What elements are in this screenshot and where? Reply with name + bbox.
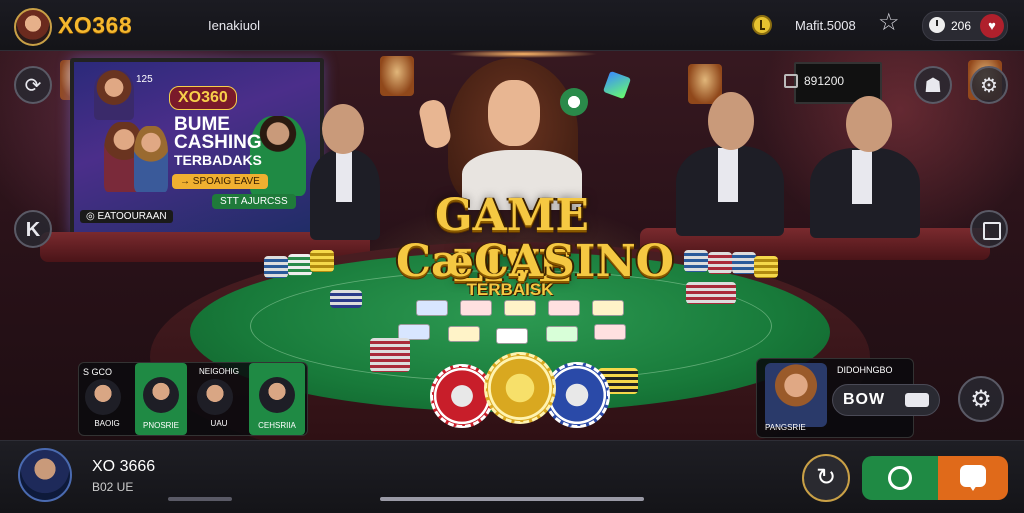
chip-stack[interactable]: [732, 252, 756, 274]
player-avatar: [197, 379, 233, 415]
players-panel: S GCO BAOIG PNOSRIE NEIGOHIG UAU CEHSRII…: [78, 362, 308, 436]
back-icon[interactable]: K: [14, 210, 52, 248]
chip-stack[interactable]: [310, 250, 334, 272]
home-indicator[interactable]: [380, 497, 644, 501]
window-icon[interactable]: [970, 210, 1008, 248]
featured-player-name: PANGSRIE: [765, 423, 806, 432]
player-slot[interactable]: PNOSRIE: [135, 363, 187, 435]
player-slot[interactable]: BAOIG: [79, 363, 133, 435]
tv-logo: XO360: [169, 86, 237, 110]
wall-sconce-center: [380, 56, 414, 96]
chip-stack[interactable]: [264, 256, 288, 278]
chat-button[interactable]: [938, 456, 1008, 500]
card[interactable]: [448, 326, 480, 342]
settings-icon[interactable]: ⚙: [970, 66, 1008, 104]
tv-cta-button[interactable]: → SPOAIG EAVE: [172, 174, 268, 189]
tv-headline-2: CASHING: [174, 132, 262, 153]
chip-stack[interactable]: [686, 282, 736, 304]
balance-text: Mafit.5008: [795, 18, 856, 33]
user-name: XO 3666: [92, 458, 156, 475]
floating-chip: [560, 88, 588, 116]
player-avatar: [85, 379, 121, 415]
chip-stack[interactable]: [684, 250, 708, 272]
player-name: CEHSRIIA: [258, 421, 296, 430]
player-name: UAU: [210, 419, 228, 428]
chip-stack[interactable]: [330, 290, 362, 308]
brand-avatar[interactable]: [14, 8, 52, 46]
card[interactable]: [594, 324, 626, 340]
tv-tag: ◎ EATOOURAAN: [80, 210, 173, 223]
player-label: NEIGOHIG: [198, 367, 239, 376]
host-hand: [417, 97, 453, 151]
chip-stack[interactable]: [708, 252, 732, 274]
clock-icon: [929, 17, 945, 33]
timer-pill[interactable]: 206 ♥: [922, 11, 1008, 41]
player-slot[interactable]: CEHSRIIA: [249, 363, 305, 435]
chip-stack[interactable]: [288, 254, 312, 276]
card[interactable]: [548, 300, 580, 316]
ceiling-light: [448, 50, 598, 58]
tv-headline-3: TERBADAKS: [174, 152, 262, 168]
promo-tv-screen[interactable]: 125 XO360 BUME CASHING TERBADAKS → SPOAI…: [70, 58, 324, 238]
user-avatar[interactable]: [18, 448, 72, 502]
card[interactable]: [546, 326, 578, 342]
card[interactable]: [460, 300, 492, 316]
player-avatar: [143, 377, 179, 413]
featured-player-avatar: [765, 363, 827, 427]
refresh-icon[interactable]: ⟳: [14, 66, 52, 104]
card[interactable]: [592, 300, 624, 316]
camera-icon: [888, 466, 912, 490]
progress-bar-small: [168, 497, 232, 501]
tv-green-button[interactable]: STT AJURCSS: [212, 194, 296, 209]
player-avatar: [259, 377, 295, 413]
top-bar: XO368 Ienakiuol Mafit.5008 ☆ 206 ♥: [0, 0, 1024, 51]
featured-player-title: DIDOHNGBO: [837, 365, 893, 375]
player-slot[interactable]: NEIGOHIG UAU: [191, 363, 245, 435]
card[interactable]: [504, 300, 536, 316]
host-dealer: [488, 80, 540, 146]
game-subtitle: TERBAISK: [466, 280, 554, 299]
bet-button[interactable]: BOW: [832, 384, 940, 416]
timer-value: 206: [951, 19, 972, 33]
brand-logo[interactable]: XO368: [58, 12, 132, 39]
card[interactable]: [416, 300, 448, 316]
chip-stack[interactable]: [370, 338, 410, 372]
player-name: PNOSRIE: [142, 421, 179, 430]
user-subtext: B02 UE: [92, 480, 134, 494]
heart-icon[interactable]: ♥: [980, 14, 1004, 38]
settings-icon[interactable]: ⚙: [958, 376, 1004, 422]
wall-screen-text: 891200: [804, 74, 845, 88]
player-name: BAOIG: [94, 419, 120, 428]
refresh-icon[interactable]: ↻: [802, 454, 850, 502]
camera-button[interactable]: [862, 456, 938, 500]
tv-host-avatar: [94, 70, 134, 120]
ticket-icon: [905, 393, 929, 407]
menu-link[interactable]: Ienakiuol: [208, 18, 260, 33]
tv-small-text: 125: [136, 74, 153, 85]
chat-icon: [960, 465, 986, 491]
tv-woman-2: [134, 126, 168, 192]
casino-scene: 891200 125 XO360 BUME CASHING TERBADAKS …: [0, 0, 1024, 512]
coin-icon: [752, 15, 772, 35]
gold-chip[interactable]: [484, 352, 556, 424]
bag-icon[interactable]: ☗: [914, 66, 952, 104]
screen-icon: [784, 74, 798, 88]
card[interactable]: [496, 328, 528, 344]
bet-button-label: BOW: [843, 391, 886, 408]
floating-card: [602, 70, 632, 100]
chip-stack[interactable]: [754, 256, 778, 278]
star-icon[interactable]: ☆: [878, 11, 900, 35]
